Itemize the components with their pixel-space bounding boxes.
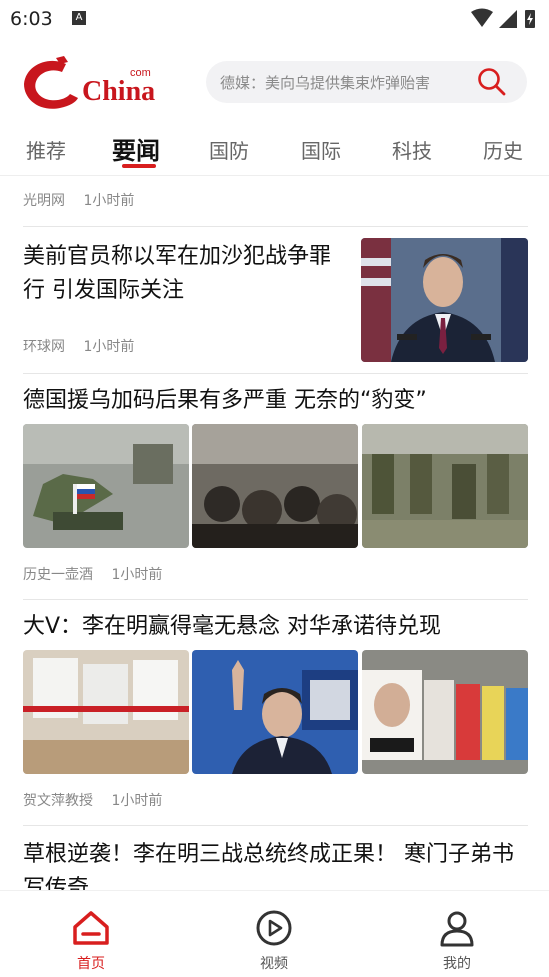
nav-video-label: 视频 [260, 956, 288, 972]
news-thumbnail[interactable] [362, 424, 528, 548]
status-icons [469, 8, 541, 34]
signal-icon [499, 10, 517, 28]
tab-history[interactable]: 历史 [483, 135, 523, 164]
news-thumbnail[interactable] [23, 650, 189, 774]
news-meta: 贺文萍教授 1小时前 [23, 790, 176, 810]
svg-text:com: com [130, 67, 151, 79]
user-icon [440, 911, 474, 947]
search-input[interactable]: 德媒：美向乌提供集束炸弹贻害 [220, 72, 465, 93]
tab-defense[interactable]: 国防 [209, 135, 249, 164]
news-thumbnail[interactable] [23, 424, 189, 548]
search-bar[interactable]: 德媒：美向乌提供集束炸弹贻害 [206, 61, 527, 103]
news-meta: 光明网 1小时前 [23, 190, 148, 210]
news-title: 德国援乌加码后果有多严重 无奈的“豹变” [23, 388, 427, 413]
tab-technology[interactable]: 科技 [392, 135, 432, 164]
news-item[interactable]: 光明网 1小时前 [23, 176, 528, 226]
nav-profile[interactable]: 我的 [417, 909, 497, 973]
category-tabs: 推荐 要闻 国防 国际 科技 历史 [0, 125, 549, 176]
wifi-icon [471, 8, 493, 27]
app-header: China com 德媒：美向乌提供集束炸弹贻害 [0, 50, 549, 120]
home-icon [73, 911, 109, 945]
news-source: 历史一壶酒 [23, 567, 93, 583]
news-thumbnail[interactable] [362, 650, 528, 774]
svg-text:China: China [82, 76, 155, 107]
divider [23, 599, 528, 600]
nav-home[interactable]: 首页 [51, 909, 131, 973]
china-com-logo[interactable]: China com [20, 54, 160, 114]
thumbnail-row [23, 650, 528, 774]
news-thumbnail[interactable] [361, 238, 528, 362]
nav-profile-label: 我的 [443, 956, 471, 972]
bottom-navigation: 首页 视频 我的 [0, 890, 549, 977]
news-meta: 环球网 1小时前 [23, 336, 148, 356]
news-title: 草根逆袭！李在明三战总统终成正果！ 寒门子弟书写传奇 [23, 842, 514, 890]
tab-headlines[interactable]: 要闻 [112, 131, 160, 166]
news-thumbnail[interactable] [192, 424, 358, 548]
news-source: 环球网 [23, 339, 65, 355]
notification-a-icon: A [72, 11, 86, 25]
news-time: 1小时前 [83, 339, 135, 355]
divider [23, 226, 528, 227]
thumbnail-row [23, 424, 528, 548]
news-item[interactable]: 德国援乌加码后果有多严重 无奈的“豹变” 历史一壶酒 1小时前 [23, 384, 528, 584]
news-title: 美前官员称以军在加沙犯战争罪行 引发国际关注 [23, 244, 332, 303]
news-meta: 历史一壶酒 1小时前 [23, 564, 176, 584]
divider [23, 825, 528, 826]
news-item[interactable]: 大V：李在明赢得毫无悬念 对华承诺待兑现 贺文萍教授 1小时前 [23, 610, 528, 810]
news-thumbnail[interactable] [192, 650, 358, 774]
search-icon[interactable] [477, 67, 507, 101]
status-bar: 6:03 A [0, 0, 549, 38]
tab-international[interactable]: 国际 [301, 135, 341, 164]
news-source: 贺文萍教授 [23, 793, 93, 809]
nav-home-label: 首页 [77, 956, 105, 972]
news-source: 光明网 [23, 193, 65, 209]
news-item[interactable]: 草根逆袭！李在明三战总统终成正果！ 寒门子弟书写传奇 [23, 836, 528, 890]
nav-video[interactable]: 视频 [234, 909, 314, 973]
news-time: 1小时前 [83, 193, 135, 209]
news-time: 1小时前 [111, 793, 163, 809]
status-time: 6:03 [10, 8, 53, 30]
active-tab-indicator [122, 164, 156, 168]
news-time: 1小时前 [111, 567, 163, 583]
tab-recommend[interactable]: 推荐 [26, 135, 66, 164]
news-feed[interactable]: 光明网 1小时前 美前官员称以军在加沙犯战争罪行 引发国际关注 环球网 1小时前 [0, 176, 549, 890]
play-icon [256, 910, 292, 946]
news-item[interactable]: 美前官员称以军在加沙犯战争罪行 引发国际关注 环球网 1小时前 [23, 238, 528, 362]
news-title: 大V：李在明赢得毫无悬念 对华承诺待兑现 [23, 614, 442, 639]
divider [23, 373, 528, 374]
